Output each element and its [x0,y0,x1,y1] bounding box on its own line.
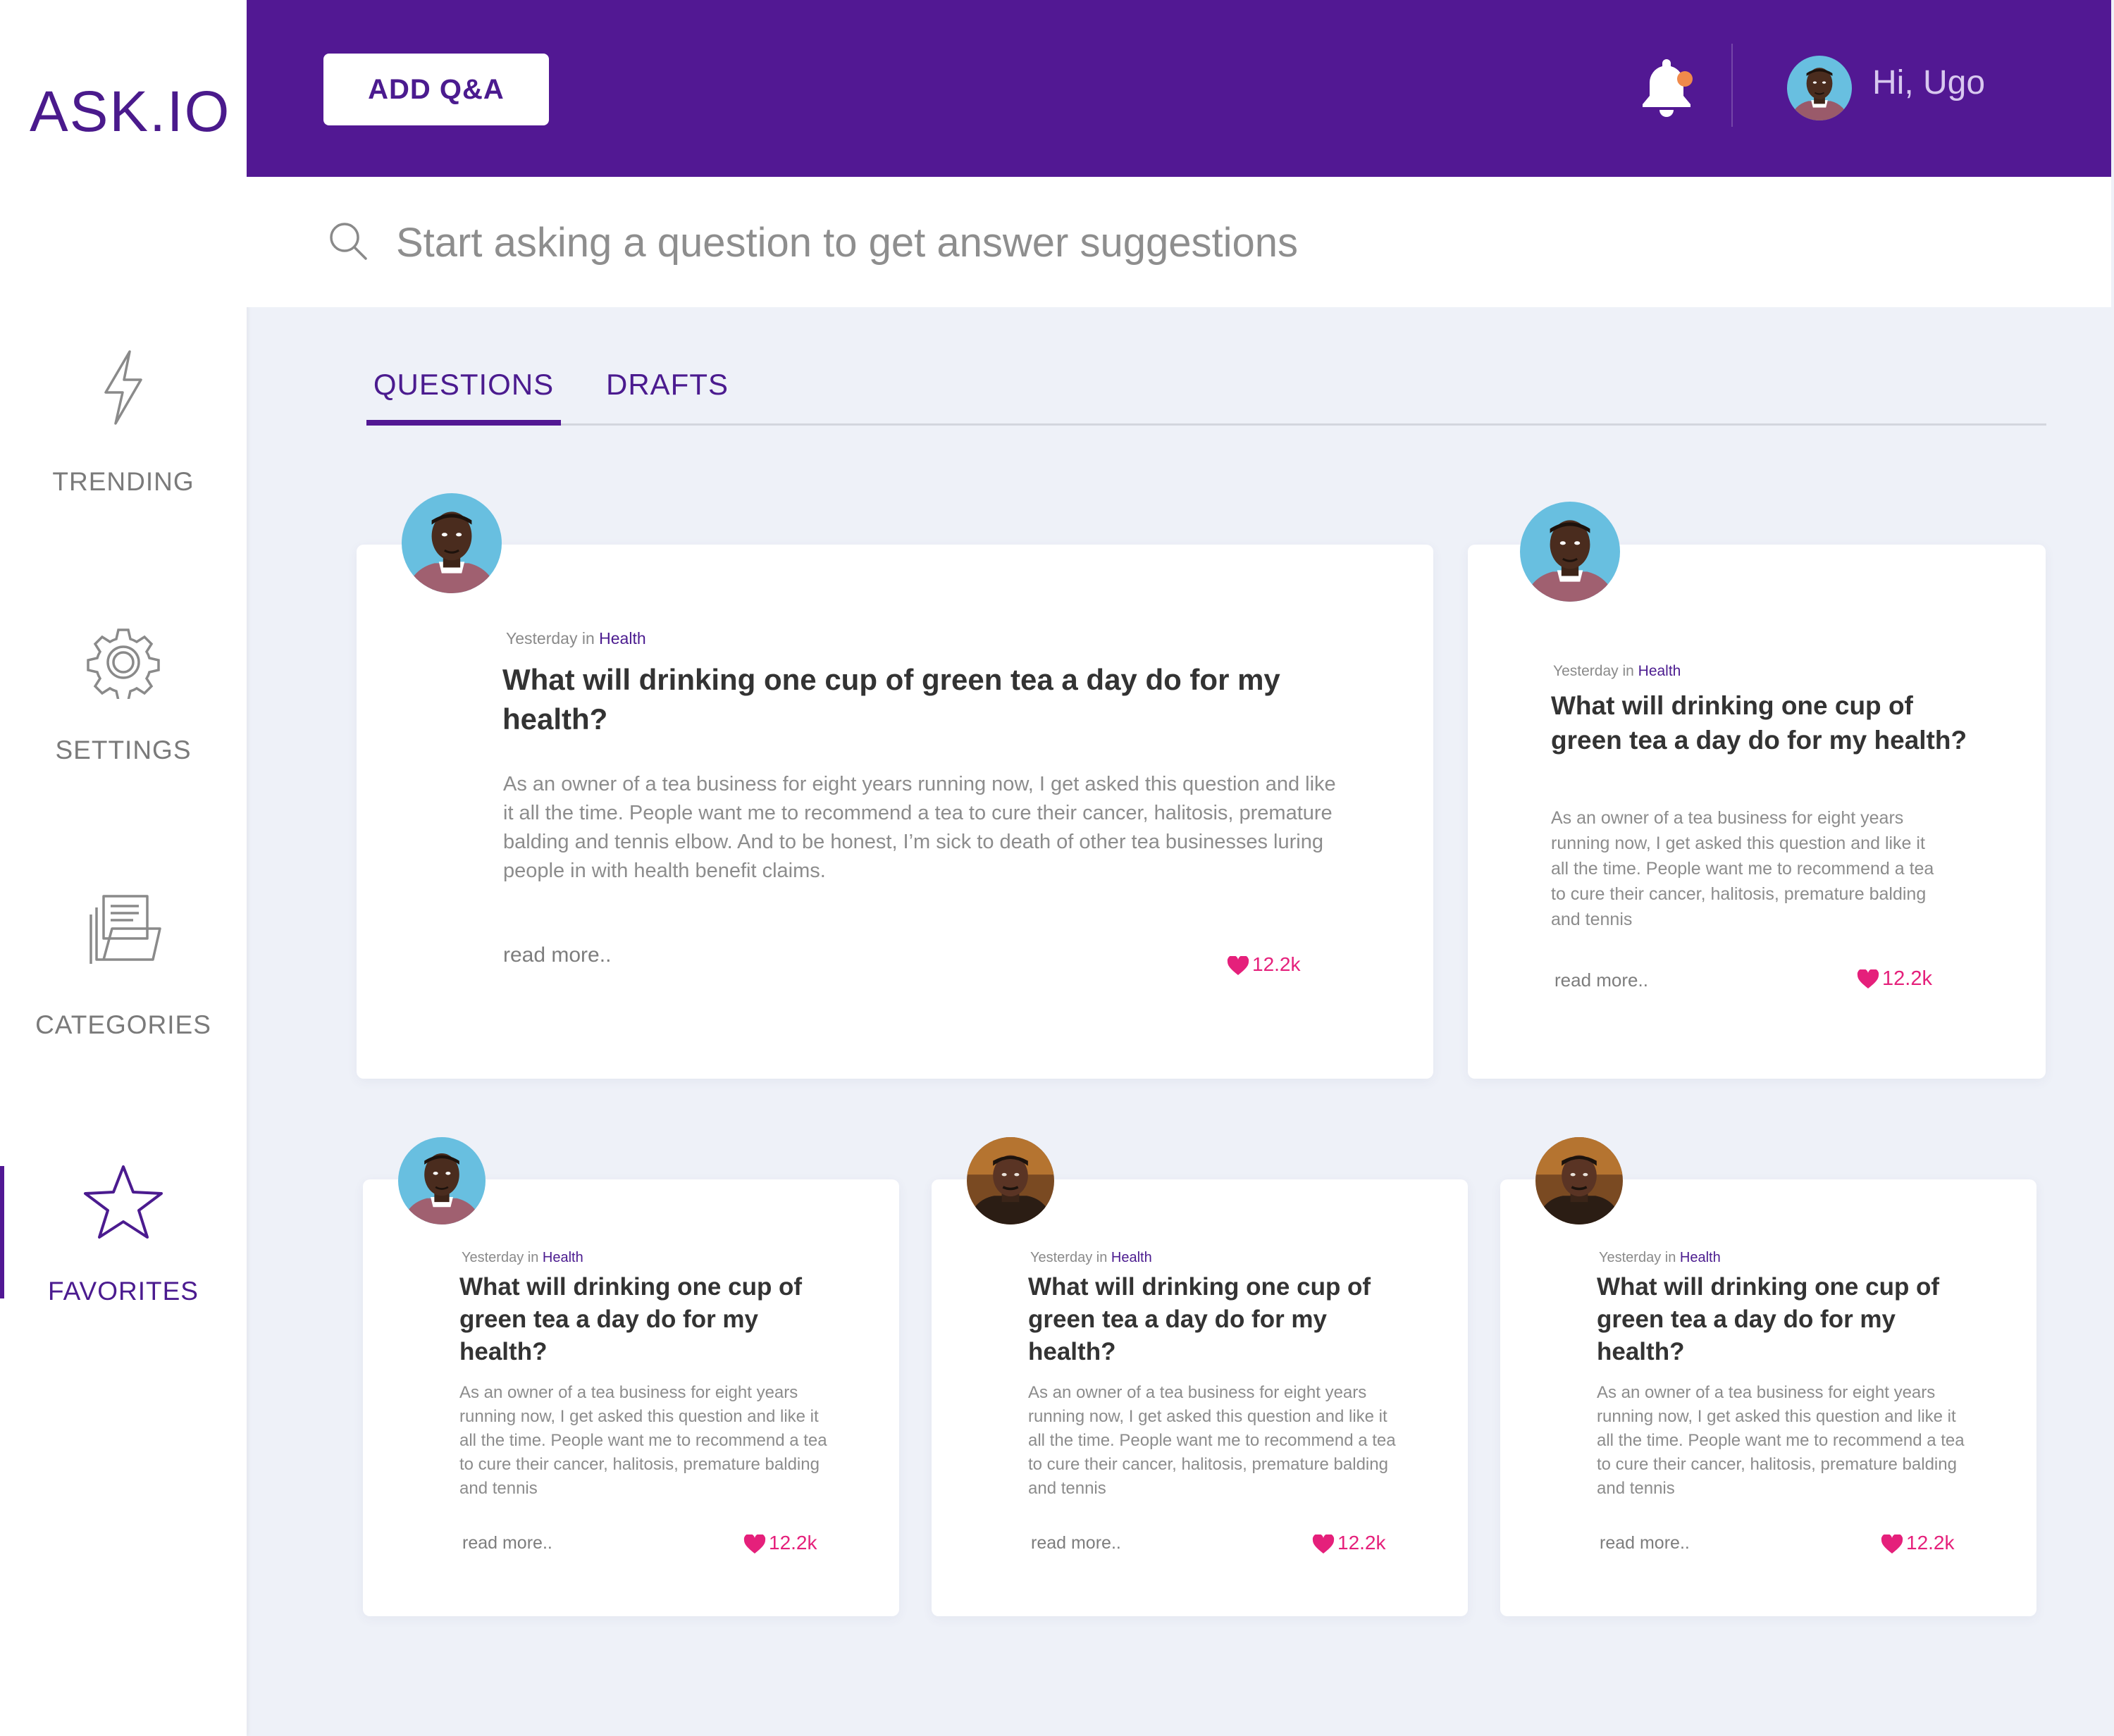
bell-icon[interactable] [1638,59,1695,118]
sidebar-item-label: TRENDING [52,467,194,496]
folder-icon [89,895,161,964]
question-card[interactable]: Yesterday in Health What will drinking o… [1500,1179,2036,1616]
heart-icon [1227,955,1249,975]
post-meta: Yesterday in Health [1599,1250,1721,1266]
question-body: As an owner of a tea business for eight … [1597,1383,1965,1498]
header-divider [1731,44,1733,127]
sidebar-item-trending[interactable]: TRENDING [0,349,247,497]
post-meta: Yesterday in Health [1030,1250,1152,1266]
post-meta: Yesterday in Health [506,629,646,648]
post-time: Yesterday in [462,1250,539,1265]
like-count[interactable]: 12.2k [743,1532,817,1554]
question-title[interactable]: What will drinking one cup of green tea … [1028,1271,1409,1368]
question-title[interactable]: What will drinking one cup of green tea … [459,1271,840,1368]
tab-bar: QUESTIONS DRAFTS [366,365,2046,426]
app-logo[interactable]: ASK.IO [30,79,230,145]
like-count[interactable]: 12.2k [1312,1532,1386,1554]
user-avatar[interactable] [1787,56,1852,120]
post-meta: Yesterday in Health [1553,663,1681,680]
add-qa-button[interactable]: ADD Q&A [323,54,549,125]
question-title[interactable]: What will drinking one cup of green tea … [1597,1271,1977,1368]
question-body: As an owner of a tea business for eight … [1028,1383,1396,1498]
question-title[interactable]: What will drinking one cup of green tea … [1551,688,1974,757]
search-icon[interactable] [328,221,370,263]
user-greeting[interactable]: Hi, Ugo [1872,63,1985,102]
author-avatar[interactable] [1520,502,1620,602]
sidebar: ASK.IO TRENDING SETTINGS CATEGORIES FAVO… [0,0,247,1736]
search-input[interactable] [395,206,2018,278]
question-card[interactable]: Yesterday in Health What will drinking o… [357,545,1433,1079]
like-count[interactable]: 12.2k [1881,1532,1955,1554]
like-count[interactable]: 12.2k [1857,967,1932,991]
post-time: Yesterday in [506,629,595,647]
sidebar-item-label: FAVORITES [48,1277,199,1306]
sidebar-item-settings[interactable]: SETTINGS [0,626,247,765]
tab-drafts[interactable]: DRAFTS [606,365,728,421]
read-more-link[interactable]: read more.. [1600,1533,1690,1554]
question-body: As an owner of a tea business for eight … [1551,808,1934,929]
top-header: ADD Q&A Hi, Ugo [247,0,2111,177]
tab-questions[interactable]: QUESTIONS [366,365,561,426]
lightning-icon [104,350,142,425]
sidebar-item-categories[interactable]: CATEGORIES [0,893,247,1040]
question-title[interactable]: What will drinking one cup of green tea … [502,660,1313,739]
heart-icon [1312,1533,1335,1554]
category-link[interactable]: Health [1638,663,1681,679]
question-card[interactable]: Yesterday in Health What will drinking o… [932,1179,1468,1616]
category-link[interactable]: Health [1111,1250,1152,1265]
read-more-link[interactable]: read more.. [1031,1533,1121,1554]
category-link[interactable]: Health [1680,1250,1721,1265]
read-more-link[interactable]: read more.. [503,943,611,967]
read-more-link[interactable]: read more.. [462,1533,552,1554]
post-time: Yesterday in [1553,663,1634,679]
question-body: As an owner of a tea business for eight … [459,1383,827,1498]
category-link[interactable]: Health [543,1250,583,1265]
gear-icon [87,628,160,699]
question-body: As an owner of a tea business for eight … [503,773,1336,882]
heart-icon [1857,969,1879,989]
heart-icon [1881,1533,1903,1554]
heart-icon [743,1533,766,1554]
post-meta: Yesterday in Health [462,1250,583,1266]
sidebar-item-label: SETTINGS [55,736,192,764]
notification-dot [1677,71,1693,87]
author-avatar[interactable] [967,1137,1054,1224]
post-time: Yesterday in [1599,1250,1676,1265]
sidebar-item-label: CATEGORIES [35,1010,211,1039]
author-avatar[interactable] [1535,1137,1623,1224]
author-avatar[interactable] [402,493,502,593]
question-card[interactable]: Yesterday in Health What will drinking o… [363,1179,899,1616]
question-card[interactable]: Yesterday in Health What will drinking o… [1468,545,2046,1079]
category-link[interactable]: Health [599,629,645,647]
post-time: Yesterday in [1030,1250,1108,1265]
read-more-link[interactable]: read more.. [1554,969,1648,991]
tab-divider [366,423,2046,426]
like-count[interactable]: 12.2k [1227,953,1301,976]
sidebar-item-favorites[interactable]: FAVORITES [0,1164,247,1306]
search-bar [247,177,2111,307]
author-avatar[interactable] [398,1137,486,1224]
star-icon [84,1165,163,1239]
